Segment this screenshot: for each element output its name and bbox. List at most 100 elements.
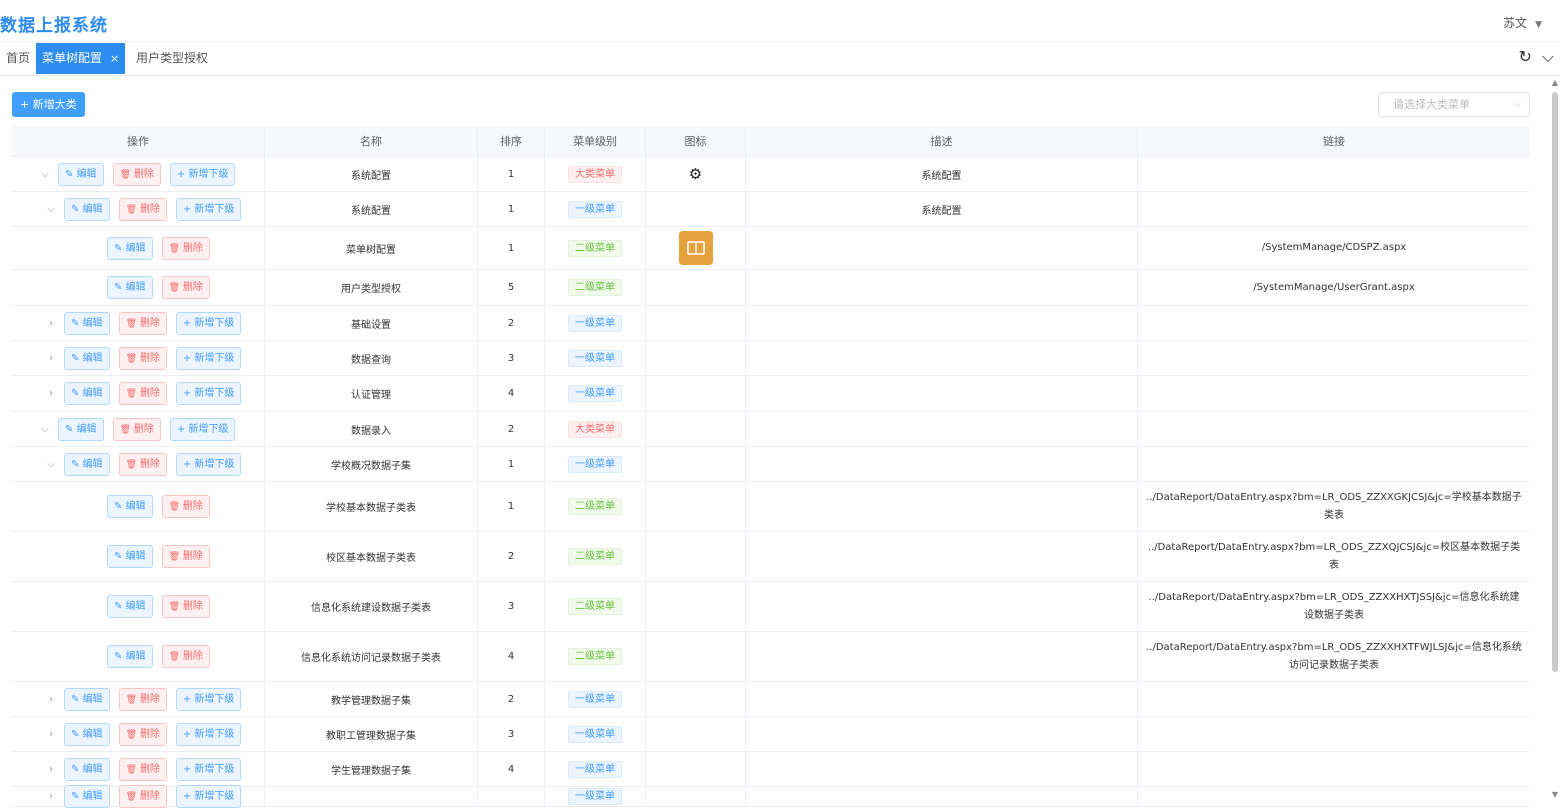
table-row: ✎ 编辑 🗑 删除 信息化系统访问记录数据子类表 4 二级菜单 ../DataReport… — [12, 632, 1530, 682]
delete-label: 删除 — [139, 203, 160, 215]
operations-cell: › ✎ 编辑 🗑 删除 + 新增下级 — [12, 682, 265, 716]
edit-button[interactable]: ✎ 编辑 — [64, 757, 110, 781]
chevron-down-icon[interactable]: ⌵ — [40, 424, 50, 435]
edit-button[interactable]: ✎ 编辑 — [107, 276, 153, 299]
icon-cell — [646, 306, 746, 340]
tab-user-type-grant[interactable]: 用户类型授权 — [130, 42, 214, 75]
scroll-down-icon[interactable]: ▼ — [1552, 790, 1558, 799]
delete-button[interactable]: 🗑 删除 — [161, 236, 210, 260]
edit-button[interactable]: ✎ 编辑 — [64, 722, 110, 746]
add-child-button[interactable]: + 新增下级 — [175, 687, 242, 711]
description-cell — [746, 717, 1138, 751]
sort-cell: 2 — [478, 682, 545, 716]
chevron-right-icon[interactable]: › — [46, 729, 56, 740]
delete-button[interactable]: 🗑 删除 — [118, 757, 167, 781]
add-category-button[interactable]: + 新增大类 — [12, 92, 85, 117]
chevron-right-icon[interactable]: › — [46, 791, 56, 802]
delete-label: 删除 — [182, 551, 203, 562]
edit-button[interactable]: ✎ 编辑 — [107, 236, 153, 260]
delete-button[interactable]: 🗑 删除 — [118, 687, 167, 711]
delete-button[interactable]: 🗑 删除 — [161, 595, 210, 618]
book-icon — [678, 231, 713, 265]
icon-cell — [646, 376, 746, 411]
delete-button[interactable]: 🗑 删除 — [118, 452, 167, 476]
add-child-button[interactable]: + 新增下级 — [175, 452, 242, 476]
delete-button[interactable]: 🗑 删除 — [161, 276, 210, 299]
add-child-button[interactable]: + 新增下级 — [175, 757, 242, 781]
add-child-button[interactable]: + 新增下级 — [175, 311, 242, 335]
tab-home[interactable]: 首页 — [0, 42, 36, 75]
delete-button[interactable]: 🗑 删除 — [118, 722, 167, 746]
table-row: ✎ 编辑 🗑 删除 学校基本数据子类表 1 二级菜单 ../DataReport/Data… — [12, 482, 1530, 532]
edit-icon: ✎ — [71, 458, 83, 470]
add-child-button[interactable]: + 新增下级 — [175, 197, 242, 221]
delete-button[interactable]: 🗑 删除 — [161, 495, 210, 518]
scrollbar-thumb[interactable] — [1552, 92, 1558, 672]
scroll-up-icon[interactable]: ▲ — [1552, 78, 1558, 87]
edit-button[interactable]: ✎ 编辑 — [107, 595, 153, 618]
delete-button[interactable]: 🗑 删除 — [118, 346, 167, 370]
close-icon[interactable]: × — [110, 52, 119, 65]
delete-button[interactable]: 🗑 删除 — [112, 162, 161, 186]
edit-button[interactable]: ✎ 编辑 — [64, 382, 110, 405]
delete-button[interactable]: 🗑 删除 — [161, 645, 210, 668]
edit-button[interactable]: ✎ 编辑 — [64, 452, 110, 476]
table-row: › ✎ 编辑 🗑 删除 + 新增下级 教职工管理数据子集 3 一级菜单 — [12, 717, 1530, 752]
edit-button[interactable]: ✎ 编辑 — [64, 346, 110, 370]
edit-button[interactable]: ✎ 编辑 — [64, 197, 110, 221]
chevron-right-icon[interactable]: › — [46, 764, 56, 775]
name-cell: 教学管理数据子集 — [265, 682, 478, 716]
add-child-button[interactable]: + 新增下级 — [169, 417, 236, 441]
delete-label: 删除 — [139, 728, 160, 740]
add-child-label: 新增下级 — [194, 317, 235, 329]
tab-menu-tree-config[interactable]: 菜单树配置 × — [36, 43, 126, 74]
description-cell — [746, 532, 1138, 581]
chevron-down-icon[interactable]: ⌵ — [46, 204, 56, 215]
chevron-down-icon[interactable]: ⌵ — [1542, 47, 1554, 66]
chevron-right-icon[interactable]: › — [46, 388, 56, 399]
edit-button[interactable]: ✎ 编辑 — [107, 495, 153, 518]
top-header: 数据上报系统 苏文 ▼ — [0, 0, 1560, 42]
edit-button[interactable]: ✎ 编辑 — [58, 162, 104, 186]
operations-cell: ✎ 编辑 🗑 删除 — [12, 227, 265, 269]
chevron-right-icon[interactable]: › — [46, 353, 56, 364]
chevron-down-icon[interactable]: ⌵ — [40, 169, 50, 180]
edit-label: 编辑 — [82, 728, 103, 740]
name-cell — [265, 787, 478, 806]
table-row: › ✎ 编辑 🗑 删除 + 新增下级 教学管理数据子集 2 一级菜单 — [12, 682, 1530, 717]
edit-button[interactable]: ✎ 编辑 — [107, 645, 153, 668]
delete-label: 删除 — [139, 763, 160, 775]
level-badge: 二级菜单 — [568, 239, 622, 257]
delete-label: 删除 — [182, 601, 203, 612]
trash-icon: 🗑 — [125, 204, 140, 215]
delete-button[interactable]: 🗑 删除 — [118, 311, 167, 335]
add-child-button[interactable]: + 新增下级 — [169, 162, 236, 186]
user-menu[interactable]: 苏文 ▼ — [1503, 14, 1542, 31]
edit-button[interactable]: ✎ 编辑 — [64, 687, 110, 711]
description-cell — [746, 752, 1138, 786]
delete-button[interactable]: 🗑 删除 — [161, 545, 210, 568]
operations-cell: ⌵ ✎ 编辑 🗑 删除 + 新增下级 — [12, 447, 265, 481]
edit-button[interactable]: ✎ 编辑 — [107, 545, 153, 568]
chevron-down-icon[interactable]: ⌵ — [46, 459, 56, 470]
level-badge: 一级菜单 — [568, 385, 622, 402]
link-cell — [1138, 447, 1530, 481]
add-child-button[interactable]: + 新增下级 — [175, 382, 242, 405]
add-child-label: 新增下级 — [194, 203, 235, 215]
table-body: ⌵ ✎ 编辑 🗑 删除 + 新增下级 系统配置 1 大类菜单 ⚙ 系统配置 ⌵ ✎ 编辑 🗑 删除 + … — [12, 157, 1530, 808]
category-select[interactable]: 请选择大类菜单 ⌵ — [1378, 92, 1530, 117]
chevron-right-icon[interactable]: › — [46, 318, 56, 329]
refresh-icon[interactable]: ↻ — [1518, 47, 1531, 66]
delete-button[interactable]: 🗑 删除 — [112, 417, 161, 441]
plus-icon: + — [182, 458, 195, 470]
delete-button[interactable]: 🗑 删除 — [118, 197, 167, 221]
chevron-right-icon[interactable]: › — [46, 694, 56, 705]
level-cell: 二级菜单 — [545, 482, 646, 531]
add-child-button[interactable]: + 新增下级 — [175, 346, 242, 370]
level-cell: 大类菜单 — [545, 412, 646, 446]
delete-button[interactable]: 🗑 删除 — [118, 382, 167, 405]
sort-cell: 4 — [478, 632, 545, 681]
edit-button[interactable]: ✎ 编辑 — [64, 311, 110, 335]
add-child-button[interactable]: + 新增下级 — [175, 722, 242, 746]
edit-button[interactable]: ✎ 编辑 — [58, 417, 104, 441]
